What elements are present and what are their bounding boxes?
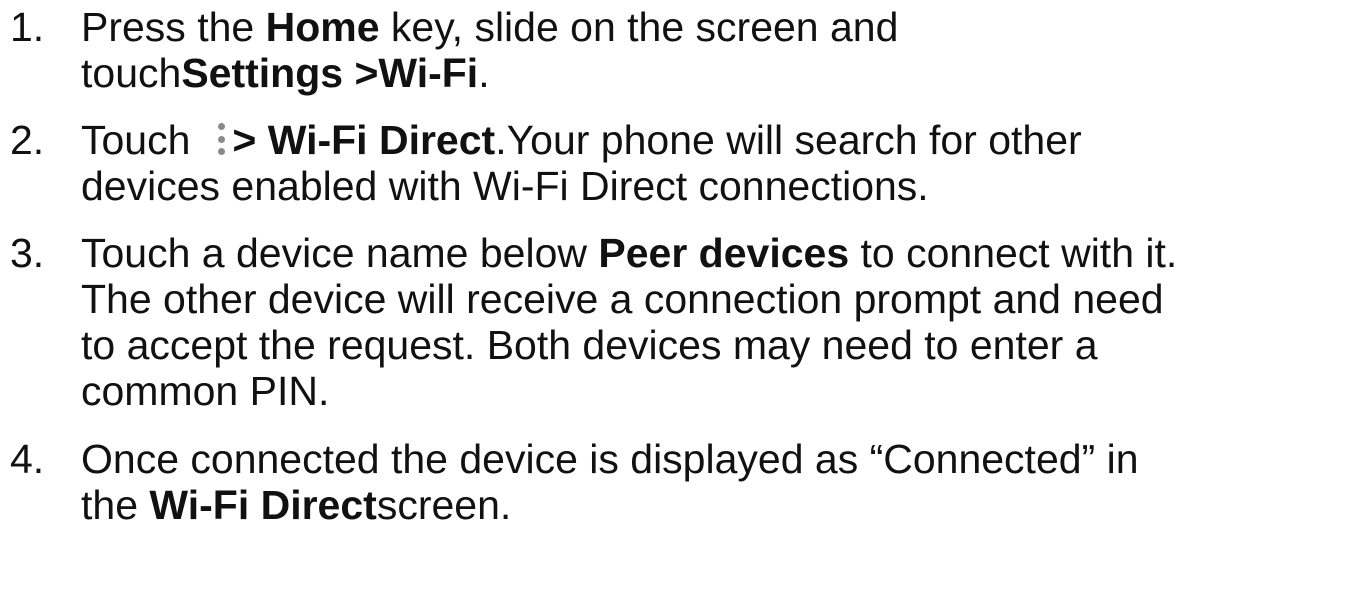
step-line: devices enabled with Wi-Fi Direct connec… (81, 163, 1347, 209)
text-run: screen. (376, 482, 512, 528)
text-run: .Your phone will search for other (495, 117, 1082, 163)
settings-path-label: Settings >Wi-Fi (181, 50, 479, 96)
text-run: . (478, 50, 490, 96)
text-run: Touch a device name below (81, 230, 599, 276)
step-line: Once connected the device is displayed a… (81, 436, 1347, 482)
step-1: 1. Press the Home key, slide on the scre… (0, 4, 1347, 96)
step-text: Press the Home key, slide on the screen … (81, 4, 1347, 96)
step-number: 4. (10, 436, 45, 482)
peer-devices-label: Peer devices (598, 230, 850, 276)
step-text: Once connected the device is displayed a… (81, 436, 1347, 528)
more-options-icon (214, 120, 232, 160)
step-line: to accept the request. Both devices may … (81, 322, 1347, 368)
step-text: Touch a device name below Peer devices t… (81, 230, 1347, 414)
step-2: 2. Touch > Wi-Fi Direct.Your phone will s… (0, 117, 1347, 209)
text-run: The other device will receive a connecti… (81, 276, 1164, 322)
wifi-direct-label: > Wi-Fi Direct (232, 117, 496, 163)
instruction-steps: 1. Press the Home key, slide on the scre… (0, 0, 1347, 528)
text-run: touch (81, 50, 182, 96)
step-line: Press the Home key, slide on the screen … (81, 4, 1347, 50)
text-run: to connect with it. (849, 230, 1178, 276)
home-key-label: Home (265, 4, 380, 50)
text-run: common PIN. (81, 368, 330, 414)
step-4: 4. Once connected the device is displaye… (0, 436, 1347, 528)
text-run: to accept the request. Both devices may … (81, 322, 1098, 368)
step-number: 2. (10, 117, 45, 163)
wifi-direct-screen-label: Wi-Fi Direct (149, 482, 377, 528)
step-number: 1. (10, 4, 45, 50)
text-run: Touch (81, 117, 191, 163)
step-line: the Wi-Fi Directscreen. (81, 482, 1347, 528)
step-3: 3. Touch a device name below Peer device… (0, 230, 1347, 414)
step-text: Touch > Wi-Fi Direct.Your phone will sear… (81, 117, 1347, 209)
step-line: common PIN. (81, 368, 1347, 414)
step-line: Touch > Wi-Fi Direct.Your phone will sear… (81, 117, 1347, 163)
step-number: 3. (10, 230, 45, 276)
text-run: Press the (81, 4, 266, 50)
text-run: devices enabled with Wi-Fi Direct connec… (81, 163, 929, 209)
text-run: Once connected the device is displayed a… (81, 436, 1139, 482)
text-run: key, slide on the screen and (379, 4, 899, 50)
step-line: touchSettings >Wi-Fi. (81, 50, 1347, 96)
step-line: The other device will receive a connecti… (81, 276, 1347, 322)
text-run: the (81, 482, 150, 528)
step-line: Touch a device name below Peer devices t… (81, 230, 1347, 276)
